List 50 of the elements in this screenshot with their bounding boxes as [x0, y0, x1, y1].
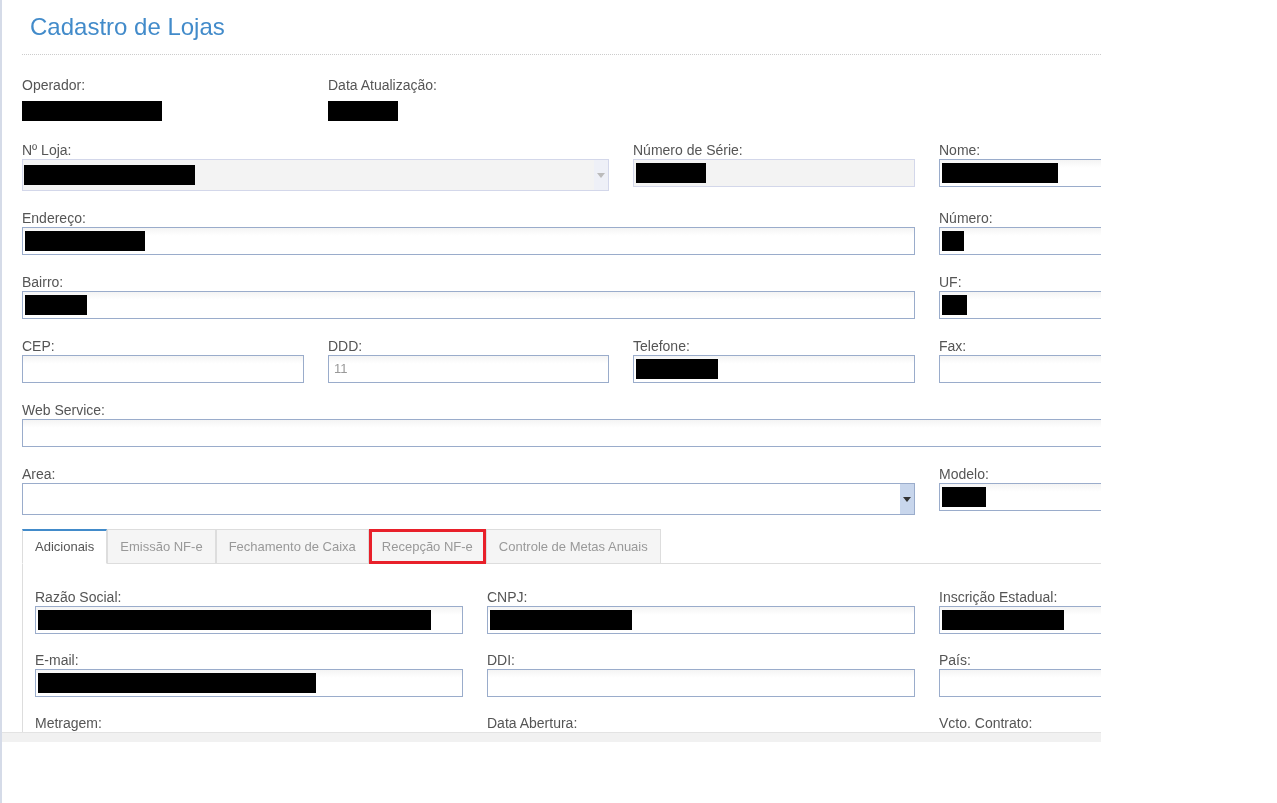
field-label: Nº Loja: [22, 141, 73, 159]
page-title: Cadastro de Lojas [29, 12, 226, 42]
field-label: Telefone: [633, 337, 691, 355]
field-label: Número de Série: [633, 141, 744, 159]
redaction-bar [942, 295, 967, 315]
field-label: Inscrição Estadual: [939, 589, 1059, 606]
caret-icon [903, 496, 911, 502]
caret-icon [597, 172, 605, 178]
field-label: CEP: [22, 337, 56, 355]
redaction-bar [942, 487, 986, 507]
input-field[interactable] [22, 227, 915, 255]
field-label: Vcto. Contrato: [939, 715, 1034, 732]
field-label: CNPJ: [487, 589, 529, 606]
field-label: DDI: [487, 652, 516, 669]
input-field[interactable]: 11 [328, 355, 609, 383]
tab[interactable]: Adicionais [22, 529, 108, 564]
field-label: UF: [939, 273, 963, 291]
field-label: Bairro: [22, 273, 65, 291]
field-label: Web Service: [22, 401, 106, 419]
field-label: Area: [22, 465, 57, 483]
field-label: Metragem: [35, 715, 103, 732]
tab[interactable]: Fechamento de Caixa [215, 529, 369, 564]
input-field[interactable] [22, 355, 304, 383]
field-label: E-mail: [35, 652, 80, 669]
field-value: 11 [333, 360, 348, 379]
input-field[interactable] [35, 669, 463, 697]
field-label: Número: [939, 209, 994, 227]
redaction-bar [942, 231, 964, 251]
field-label: DDD: [328, 337, 364, 355]
input-field[interactable] [487, 606, 915, 634]
scrollbar[interactable] [2, 732, 1101, 742]
redaction-bar [25, 295, 87, 315]
field-label: Endereço: [22, 209, 87, 227]
input-field[interactable] [35, 606, 463, 634]
input-field[interactable] [487, 669, 915, 697]
field-label: Razão Social: [35, 589, 123, 606]
field-label: Nome: [939, 141, 982, 159]
input-field[interactable] [22, 419, 1101, 447]
tab[interactable]: Controle de Metas Anuais [485, 529, 661, 564]
field-label: País: [939, 652, 972, 669]
field-label: Data Abertura: [487, 715, 579, 732]
field-label: Operador: [22, 76, 87, 95]
tab[interactable]: Emissão NF-e [107, 529, 216, 564]
input-field[interactable] [633, 355, 915, 383]
tab[interactable]: Recepção NF-e [368, 529, 486, 564]
redaction-bar [636, 163, 706, 183]
input-field[interactable] [22, 291, 915, 319]
field-label: Fax: [939, 337, 968, 355]
field-label: Modelo: [939, 465, 990, 483]
field-label: Data Atualização: [328, 76, 438, 95]
